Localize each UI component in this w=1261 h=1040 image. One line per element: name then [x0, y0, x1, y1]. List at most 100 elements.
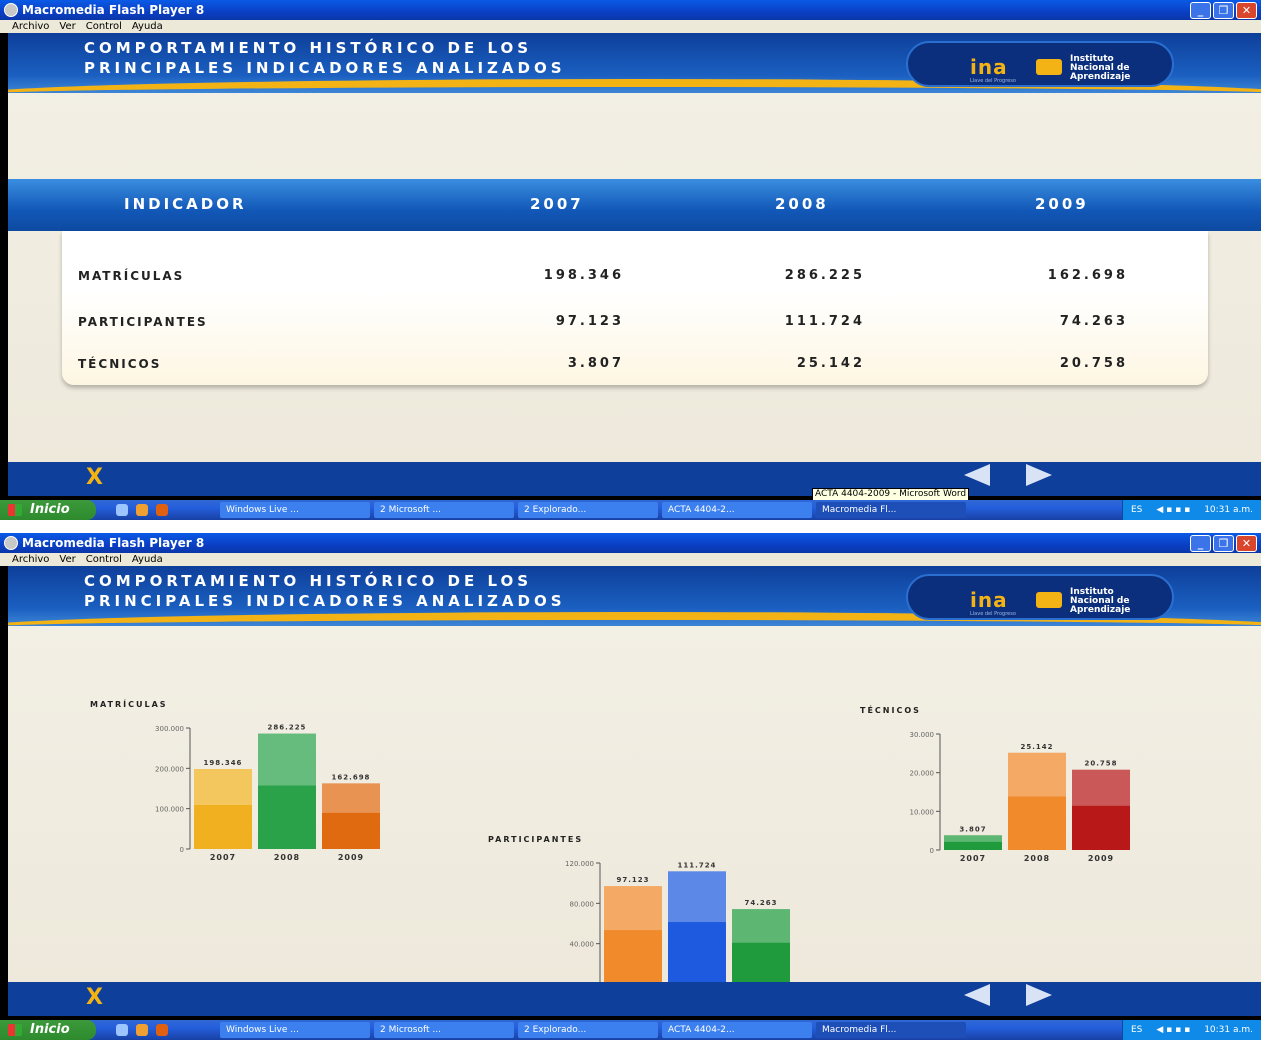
task-microsoft[interactable]: 2 Microsoft ...: [374, 502, 514, 518]
bar-value-label: 74.263: [744, 899, 777, 907]
window-title: Macromedia Flash Player 8: [22, 3, 205, 17]
restore-button[interactable]: ❐: [1213, 535, 1234, 552]
task-macromedia[interactable]: Macromedia Fl...: [816, 1022, 966, 1038]
flash-window-charts: Macromedia Flash Player 8 _ ❐ ✕ Archivo …: [0, 533, 1261, 1040]
bar-value-label: 111.724: [678, 861, 717, 869]
bar-highlight: [668, 871, 726, 923]
bar-group: 198.346 2007: [194, 759, 252, 862]
menu-ver[interactable]: Ver: [59, 20, 75, 33]
bar-value-label: 20.758: [1084, 760, 1117, 768]
menu-archivo[interactable]: Archivo: [12, 20, 49, 33]
menu-ver[interactable]: Ver: [59, 553, 75, 566]
row-label-participantes: Participantes: [78, 315, 208, 329]
exit-x-button[interactable]: X: [86, 985, 103, 1010]
x-tick-label: 2008: [274, 853, 300, 862]
ie-icon[interactable]: [116, 1024, 128, 1036]
bar-highlight: [322, 783, 380, 813]
language-indicator[interactable]: ES: [1131, 500, 1142, 520]
task-windows-live[interactable]: Windows Live ...: [220, 502, 370, 518]
ina-tagline: Llave del Progreso: [970, 78, 1016, 84]
ina-logo: ina: [970, 588, 1008, 612]
y-tick-label: 0: [930, 847, 934, 855]
quick-launch: [116, 504, 216, 516]
ina-logo: ina: [970, 55, 1008, 79]
start-label: Inicio: [30, 502, 70, 517]
windows-logo-icon: [8, 1024, 22, 1036]
task-windows-live[interactable]: Windows Live ...: [220, 1022, 370, 1038]
firefox-icon[interactable]: [156, 504, 168, 516]
chart-title-tecnicos: Técnicos: [860, 706, 921, 715]
chart-matriculas: 0 100.000 200.000 300.000 198.346 2007 286.225…: [155, 724, 380, 862]
bar-group: 25.142 2008: [1008, 743, 1066, 863]
task-acta[interactable]: ACTA 4404-2...: [662, 1022, 812, 1038]
next-arrow-icon[interactable]: [1026, 984, 1052, 1006]
menu-control[interactable]: Control: [86, 20, 122, 33]
previous-arrow-icon[interactable]: [964, 464, 990, 486]
task-explorer[interactable]: 2 Explorado...: [518, 502, 658, 518]
table-cell: 97.123: [555, 314, 624, 329]
y-tick-label: 20.000: [910, 770, 935, 778]
column-header-2009: 2009: [1035, 195, 1089, 213]
messenger-icon[interactable]: [136, 504, 148, 516]
y-tick-label: 120.000: [565, 860, 594, 868]
window-titlebar[interactable]: Macromedia Flash Player 8 _ ❐ ✕: [0, 533, 1261, 553]
bar-value-label: 162.698: [332, 773, 371, 781]
ina-logo-mark: [1036, 592, 1062, 608]
clock[interactable]: 10:31 a.m.: [1204, 1020, 1253, 1040]
ina-tagline: Llave del Progreso: [970, 611, 1016, 617]
table-cell: 25.142: [796, 356, 865, 371]
start-button[interactable]: Inicio: [0, 500, 96, 520]
minimize-button[interactable]: _: [1190, 2, 1211, 19]
tray-icons[interactable]: ◀ ▪ ▪ ▪: [1156, 500, 1190, 520]
institute-line3: Aprendizaje: [1070, 605, 1131, 615]
slide-title: Comportamiento histórico de los principa…: [84, 571, 704, 611]
taskbar: Inicio Windows Live ... 2 Microsoft ... …: [0, 500, 1261, 520]
exit-x-button[interactable]: X: [86, 465, 103, 490]
flash-stage: Comportamiento histórico de los principa…: [8, 33, 1261, 496]
firefox-icon[interactable]: [156, 1024, 168, 1036]
task-macromedia[interactable]: Macromedia Fl...: [816, 502, 966, 518]
chart-tecnicos: 0 10.000 20.000 30.000 3.807 2007 25.142 2008 20…: [910, 731, 1130, 863]
bar-highlight: [944, 835, 1002, 842]
institute-name: Instituto Nacional de Aprendizaje: [1070, 55, 1130, 82]
messenger-icon[interactable]: [136, 1024, 148, 1036]
close-button[interactable]: ✕: [1236, 2, 1257, 19]
bar-value-label: 198.346: [204, 759, 243, 767]
task-microsoft[interactable]: 2 Microsoft ...: [374, 1022, 514, 1038]
window-titlebar[interactable]: Macromedia Flash Player 8 _ ❐ ✕: [0, 0, 1261, 20]
menu-bar: Archivo Ver Control Ayuda: [0, 553, 1261, 566]
close-button[interactable]: ✕: [1236, 535, 1257, 552]
clock[interactable]: 10:31 a.m.: [1204, 500, 1253, 520]
institute-name: Instituto Nacional de Aprendizaje: [1070, 588, 1130, 615]
bar-value-label: 3.807: [959, 825, 986, 833]
bar-value-label: 286.225: [268, 724, 307, 732]
menu-ayuda[interactable]: Ayuda: [132, 553, 163, 566]
language-indicator[interactable]: ES: [1131, 1020, 1142, 1040]
quick-launch: [116, 1024, 216, 1036]
x-tick-label: 2009: [338, 853, 364, 862]
start-button[interactable]: Inicio: [0, 1020, 96, 1040]
restore-button[interactable]: ❐: [1213, 2, 1234, 19]
chart-title-matriculas: Matrículas: [90, 700, 168, 709]
ie-icon[interactable]: [116, 504, 128, 516]
task-explorer[interactable]: 2 Explorado...: [518, 1022, 658, 1038]
menu-ayuda[interactable]: Ayuda: [132, 20, 163, 33]
bar-value-label: 25.142: [1020, 743, 1053, 751]
y-tick-label: 300.000: [155, 725, 184, 733]
task-acta[interactable]: ACTA 4404-2...: [662, 502, 812, 518]
menu-control[interactable]: Control: [86, 553, 122, 566]
table-cell: 111.724: [784, 314, 865, 329]
table-cell: 3.807: [567, 356, 624, 371]
menu-archivo[interactable]: Archivo: [12, 553, 49, 566]
system-tray: ES ◀ ▪ ▪ ▪ 10:31 a.m.: [1121, 1020, 1261, 1040]
chart-title-participantes: Participantes: [488, 835, 584, 844]
flash-window-table: Macromedia Flash Player 8 _ ❐ ✕ Archivo …: [0, 0, 1261, 520]
tray-icons[interactable]: ◀ ▪ ▪ ▪: [1156, 1020, 1190, 1040]
column-header-2008: 2008: [775, 195, 829, 213]
previous-arrow-icon[interactable]: [964, 984, 990, 1006]
ina-logo-mark: [1036, 59, 1062, 75]
next-arrow-icon[interactable]: [1026, 464, 1052, 486]
minimize-button[interactable]: _: [1190, 535, 1211, 552]
y-tick-label: 0: [180, 846, 184, 854]
column-header-2007: 2007: [530, 195, 584, 213]
